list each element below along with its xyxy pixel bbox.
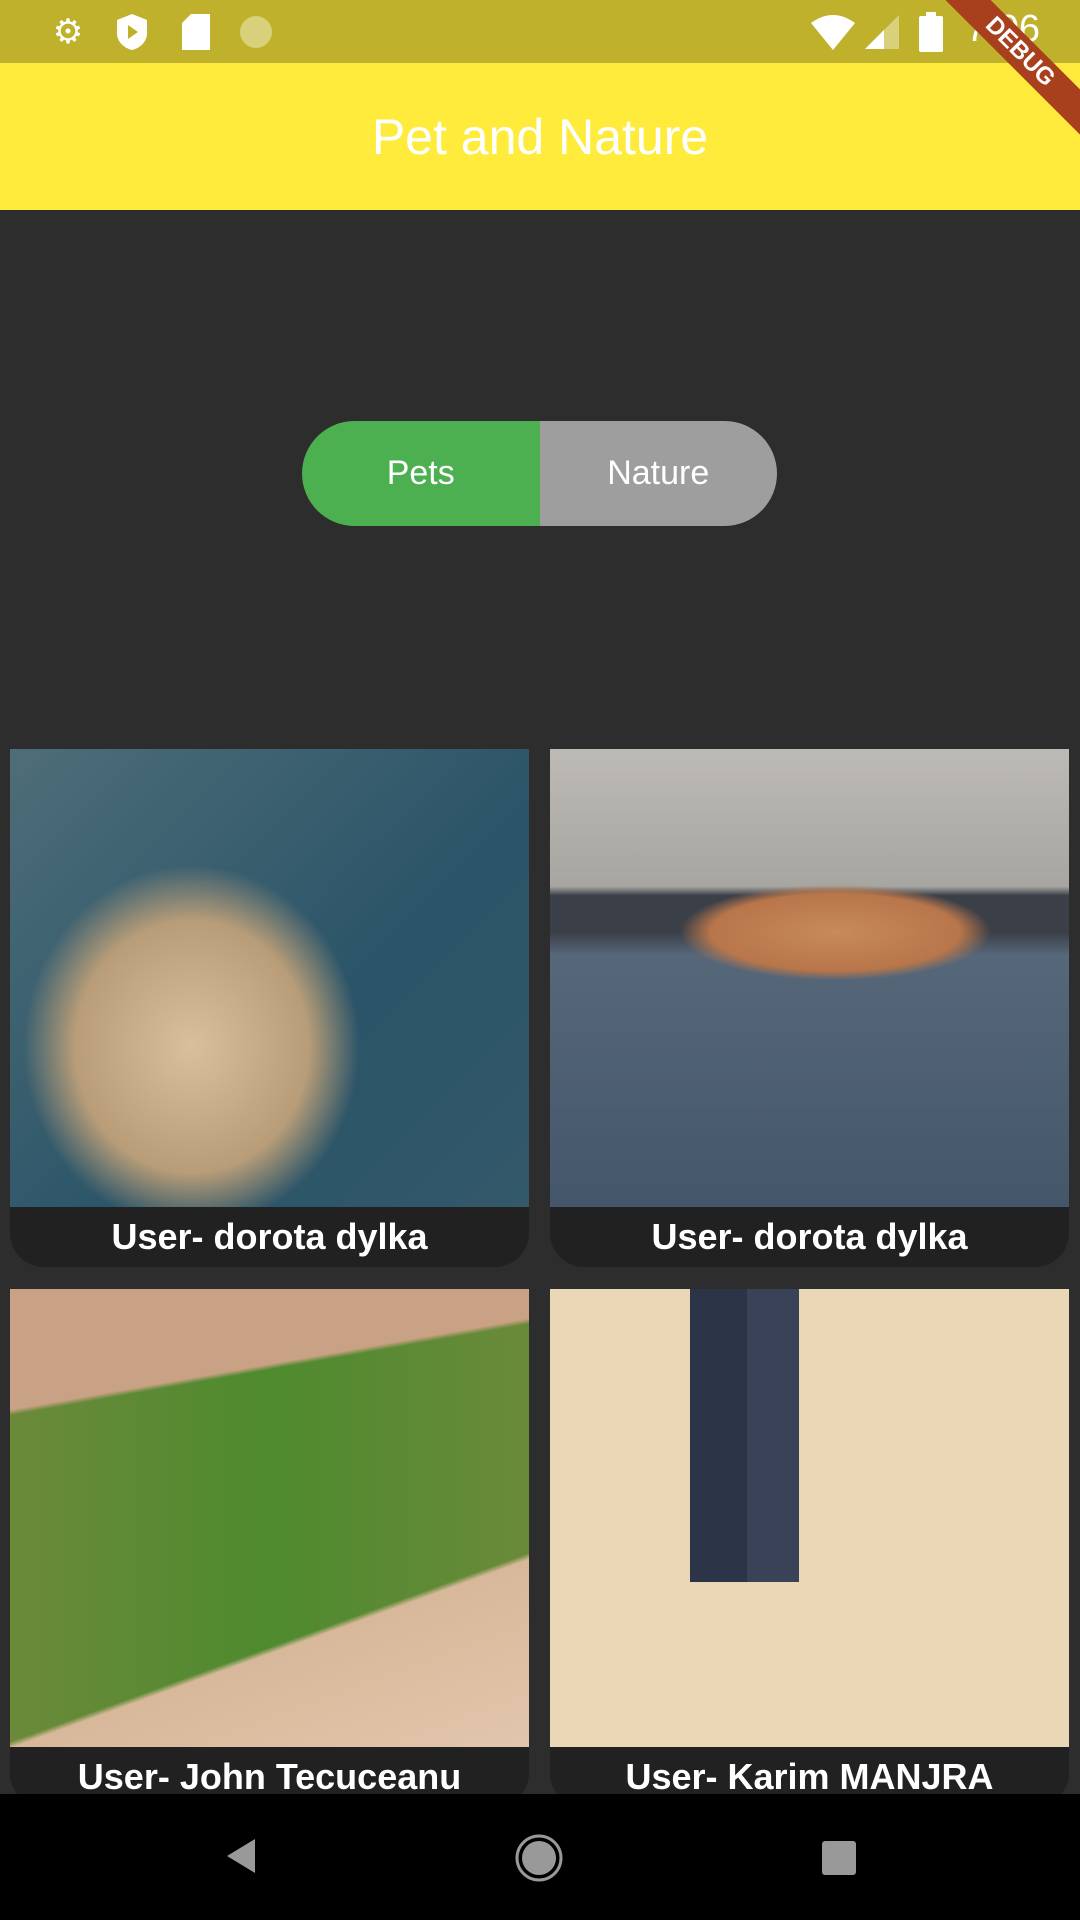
app-bar: Pet and Nature [0, 63, 1080, 210]
photo-cat-fluffy [10, 749, 529, 1207]
photo-cat-fence [10, 1289, 529, 1747]
page-title: Pet and Nature [371, 108, 709, 165]
signal-icon [864, 14, 900, 50]
photo-card[interactable]: User- John Tecuceanu [10, 1289, 529, 1807]
photo-cat-blanket [550, 749, 1069, 1207]
toggle-nature[interactable]: Nature [539, 421, 777, 526]
shield-play-icon [114, 14, 150, 50]
sync-icon [238, 14, 274, 50]
photo-card[interactable]: User- dorota dylka [550, 749, 1069, 1267]
sd-card-icon [178, 14, 214, 50]
photo-cat-window [550, 1289, 1069, 1747]
back-button[interactable] [225, 1837, 257, 1880]
photo-card[interactable]: User- Karim MANJRA [550, 1289, 1069, 1807]
status-bar: ⚙ 7:06 [0, 0, 1080, 63]
category-toggle[interactable]: Pets Nature [302, 421, 777, 526]
photo-caption: User- dorota dylka [651, 1216, 968, 1257]
home-button[interactable] [515, 1834, 563, 1887]
wifi-icon [810, 14, 856, 50]
navigation-bar [0, 1794, 1080, 1920]
recents-button[interactable] [822, 1841, 856, 1880]
photo-card[interactable]: User- dorota dylka [10, 749, 529, 1267]
settings-icon: ⚙ [52, 13, 84, 51]
photo-caption: User- dorota dylka [111, 1216, 428, 1257]
toggle-pets[interactable]: Pets [302, 421, 540, 526]
battery-icon [918, 12, 944, 52]
